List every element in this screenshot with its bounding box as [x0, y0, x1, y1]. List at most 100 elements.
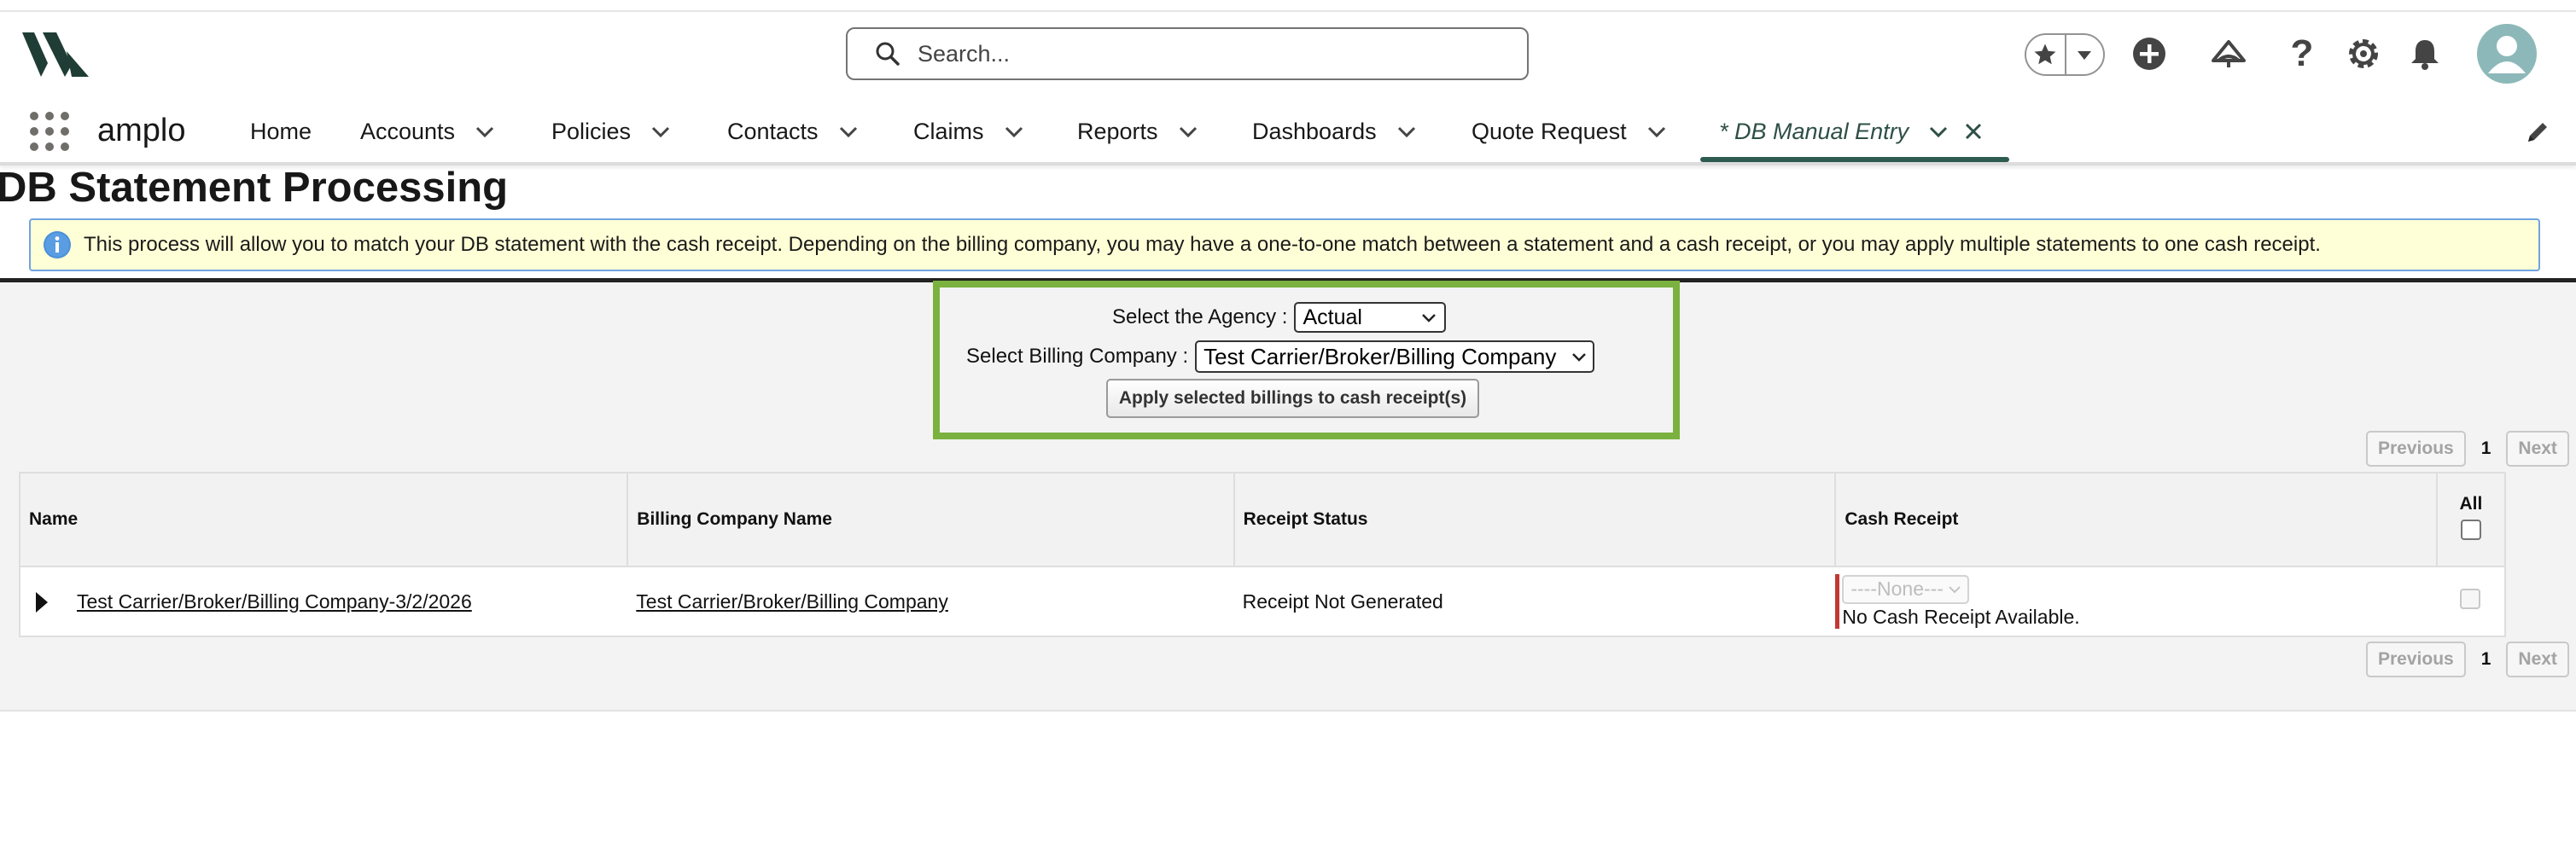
favorites-menu-button[interactable]	[2066, 35, 2103, 74]
nav-item-home[interactable]: Home	[250, 101, 312, 162]
select-all-checkbox[interactable]	[2460, 520, 2481, 540]
nav-item-policies[interactable]: Policies	[551, 101, 672, 162]
setup-button[interactable]	[2342, 32, 2385, 75]
apply-billings-button[interactable]: Apply selected billings to cash receipt(…	[1106, 379, 1479, 418]
column-header-billing-company: Billing Company Name	[627, 473, 1235, 566]
trailhead-icon	[2212, 40, 2246, 67]
nav-item-reports[interactable]: Reports	[1077, 101, 1199, 162]
info-icon	[44, 231, 71, 258]
billing-company-cell: Test Carrier/Broker/Billing Company	[627, 566, 1234, 636]
agency-select[interactable]: Actual	[1294, 302, 1447, 333]
cash-receipt-select-value: ----None---	[1850, 578, 1944, 600]
edit-nav-pencil-icon[interactable]	[2525, 119, 2550, 145]
global-search[interactable]	[846, 27, 1529, 80]
page-title: DB Statement Processing	[0, 165, 509, 211]
selector-section: Select the Agency : Actual Select Billin…	[933, 281, 1680, 439]
select-all-label: All	[2459, 494, 2483, 514]
info-banner: This process will allow you to match you…	[29, 218, 2540, 271]
billing-company-link[interactable]: Test Carrier/Broker/Billing Company	[636, 590, 948, 613]
nav-item-quote-request[interactable]: Quote Request	[1472, 101, 1668, 162]
search-input[interactable]	[918, 40, 1498, 67]
chevron-down-icon[interactable]	[1396, 120, 1418, 142]
active-tab-indicator	[1700, 157, 2009, 162]
column-header-name: Name	[20, 473, 629, 566]
next-page-button[interactable]: Next	[2506, 431, 2569, 467]
column-header-receipt-status: Receipt Status	[1233, 473, 1837, 566]
navigation-bar: amplo Home Accounts Policies Contacts Cl…	[0, 101, 2576, 166]
nav-item-claims[interactable]: Claims	[913, 101, 1025, 162]
company-logo[interactable]	[22, 31, 89, 78]
nav-item-accounts[interactable]: Accounts	[360, 101, 496, 162]
no-cash-receipt-note: No Cash Receipt Available.	[1842, 605, 2080, 628]
chevron-down-icon[interactable]	[1646, 120, 1668, 142]
favorites-star-button[interactable]	[2026, 35, 2066, 74]
current-page-number: 1	[2480, 649, 2491, 669]
pager-bottom: Previous 1 Next	[2366, 642, 2569, 677]
notifications-button[interactable]	[2404, 32, 2446, 75]
app-launcher-icon[interactable]	[29, 111, 70, 152]
column-header-all: All	[2436, 473, 2505, 566]
chevron-down-icon[interactable]	[650, 120, 672, 142]
chevron-down-icon[interactable]	[1927, 120, 1949, 142]
nav-item-label: Quote Request	[1472, 118, 1627, 144]
trailhead-button[interactable]	[2207, 32, 2250, 75]
close-icon[interactable]	[1963, 121, 1984, 142]
chevron-down-icon[interactable]	[474, 120, 496, 142]
expand-row-icon[interactable]	[36, 592, 48, 613]
cash-receipt-select[interactable]: ----None---	[1842, 574, 1969, 604]
agency-select-value: Actual	[1303, 305, 1362, 329]
nav-item-dashboards[interactable]: Dashboards	[1252, 101, 1418, 162]
billing-company-label: Select Billing Company :	[966, 345, 1189, 368]
nav-item-contacts[interactable]: Contacts	[727, 101, 860, 162]
previous-page-button[interactable]: Previous	[2366, 642, 2466, 677]
billing-company-select[interactable]: Test Carrier/Broker/Billing Company	[1195, 340, 1595, 373]
cash-receipt-cell: ----None--- No Cash Receipt Available.	[1835, 566, 2437, 636]
current-page-number: 1	[2480, 439, 2491, 458]
plus-circle-icon	[2133, 38, 2165, 70]
user-avatar[interactable]	[2477, 24, 2537, 84]
row-select-checkbox[interactable]	[2460, 589, 2481, 609]
user-icon	[2488, 36, 2526, 73]
pager-top: Previous 1 Next	[2366, 431, 2569, 467]
chevron-down-icon	[1572, 353, 1587, 362]
required-indicator	[1835, 574, 1840, 629]
table-row: Test Carrier/Broker/Billing Company-3/2/…	[20, 566, 2505, 636]
nav-item-label: Accounts	[360, 118, 456, 144]
info-text: This process will allow you to match you…	[84, 233, 2321, 256]
table-header-row: Name Billing Company Name Receipt Status…	[20, 473, 2505, 566]
next-page-button[interactable]: Next	[2506, 642, 2569, 677]
chevron-down-icon[interactable]	[1177, 120, 1199, 142]
chevron-down-icon[interactable]	[1003, 120, 1025, 142]
chevron-down-icon[interactable]	[837, 120, 860, 142]
name-cell: Test Carrier/Broker/Billing Company-3/2/…	[20, 566, 628, 636]
nav-item-label: Dashboards	[1252, 118, 1377, 144]
nav-item-label: Contacts	[727, 118, 819, 144]
nav-item-label: Claims	[913, 118, 984, 144]
nav-item-label: Reports	[1077, 118, 1158, 144]
tab-db-manual-entry[interactable]: * DB Manual Entry	[1719, 101, 1984, 162]
bell-icon	[2411, 40, 2439, 70]
agency-label: Select the Agency :	[1112, 305, 1288, 328]
tab-label: * DB Manual Entry	[1719, 118, 1909, 144]
previous-page-button[interactable]: Previous	[2366, 431, 2466, 467]
chevron-down-icon	[1422, 314, 1437, 322]
global-header: ?	[0, 12, 2576, 101]
search-icon	[876, 42, 900, 66]
help-button[interactable]: ?	[2281, 32, 2323, 75]
statement-name-link[interactable]: Test Carrier/Broker/Billing Company-3/2/…	[77, 590, 472, 613]
caret-down-icon	[2078, 51, 2092, 60]
nav-item-label: Policies	[551, 118, 632, 144]
row-select-cell	[2436, 566, 2505, 636]
nav-item-label: Home	[250, 118, 312, 144]
global-actions-button[interactable]	[2128, 32, 2171, 75]
agency-row: Select the Agency : Actual	[1112, 302, 1447, 333]
billing-company-select-value: Test Carrier/Broker/Billing Company	[1203, 343, 1557, 369]
gear-icon	[2349, 39, 2378, 68]
app-name: amplo	[97, 113, 186, 148]
billing-company-row: Select Billing Company : Test Carrier/Br…	[966, 340, 1595, 373]
statements-table: Name Billing Company Name Receipt Status…	[19, 472, 2506, 637]
favorites-group	[2025, 33, 2105, 76]
question-icon: ?	[2290, 32, 2314, 74]
receipt-status-cell: Receipt Not Generated	[1233, 566, 1836, 636]
chevron-down-icon	[1949, 585, 1961, 593]
